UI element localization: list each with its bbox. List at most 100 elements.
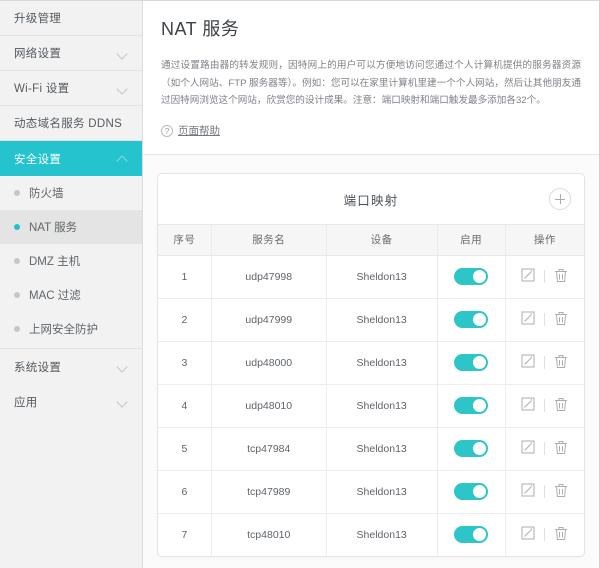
trash-icon[interactable] (554, 526, 568, 544)
enable-toggle[interactable] (454, 268, 488, 285)
edit-icon[interactable] (521, 354, 535, 371)
main-content: NAT 服务 通过设置路由器的转发规则，因特网上的用户可以方便地访问您通过个人计… (143, 1, 599, 568)
chevron-up-icon (117, 153, 128, 164)
table-row: 7tcp48010Sheldon13 (158, 513, 584, 556)
cell-service-name: udp47998 (211, 255, 326, 298)
operations-divider (544, 270, 545, 283)
cell-enabled (437, 384, 505, 427)
sidebar-item-防火墙[interactable]: 防火墙 (0, 176, 142, 210)
table-header-row: 序号服务名设备启用操作 (158, 225, 584, 255)
port-mapping-table: 序号服务名设备启用操作 1udp47998Sheldon132udp47999S… (158, 225, 584, 556)
table-row: 2udp47999Sheldon13 (158, 298, 584, 341)
sidebar-group-Wi-Fi 设置[interactable]: Wi-Fi 设置 (0, 71, 142, 106)
cell-index: 2 (158, 298, 211, 341)
sidebar-security-subitems: 防火墙 NAT 服务 DMZ 主机MAC 过滤上网安全防护 (0, 176, 142, 346)
bullet-icon (14, 292, 20, 298)
operations-group (506, 268, 584, 286)
column-header-服务名: 服务名 (211, 225, 326, 255)
page-help-link[interactable]: ? 页面帮助 (161, 123, 220, 138)
operations-divider (544, 356, 545, 369)
cell-enabled (437, 255, 505, 298)
sidebar-group-动态域名服务 DDNS[interactable]: 动态域名服务 DDNS (0, 106, 142, 141)
cell-device: Sheldon13 (326, 341, 437, 384)
sidebar-group-系统设置[interactable]: 系统设置 (0, 349, 142, 384)
enable-toggle[interactable] (454, 311, 488, 328)
trash-icon[interactable] (554, 483, 568, 501)
cell-index: 5 (158, 427, 211, 470)
question-circle-icon: ? (161, 125, 173, 137)
table-row: 1udp47998Sheldon13 (158, 255, 584, 298)
sidebar-group-label: Wi-Fi 设置 (14, 80, 117, 96)
enable-toggle[interactable] (454, 483, 488, 500)
sidebar-group-应用[interactable]: 应用 (0, 384, 142, 419)
page-help-label: 页面帮助 (178, 123, 220, 138)
cell-device: Sheldon13 (326, 427, 437, 470)
cell-operations (505, 384, 584, 427)
cell-operations (505, 470, 584, 513)
cell-device: Sheldon13 (326, 513, 437, 556)
port-mapping-card: 端口映射 序号服务名设备启用操作 1udp47998Sheldon132udp4… (157, 173, 585, 557)
enable-toggle[interactable] (454, 440, 488, 457)
sidebar-group-升级管理[interactable]: 升级管理 (0, 1, 142, 36)
chevron-down-icon (117, 361, 128, 372)
cell-service-name: tcp47989 (211, 470, 326, 513)
add-rule-button[interactable] (549, 188, 571, 210)
operations-group (506, 440, 584, 458)
operations-divider (544, 528, 545, 541)
cell-enabled (437, 513, 505, 556)
sidebar-item-MAC 过滤[interactable]: MAC 过滤 (0, 278, 142, 312)
column-header-操作: 操作 (505, 225, 584, 255)
sidebar-item-label: 上网安全防护 (29, 321, 98, 337)
edit-icon[interactable] (521, 440, 535, 457)
sidebar-group-网络设置[interactable]: 网络设置 (0, 36, 142, 71)
trash-icon[interactable] (554, 311, 568, 329)
column-header-启用: 启用 (437, 225, 505, 255)
trash-icon[interactable] (554, 354, 568, 372)
cell-device: Sheldon13 (326, 384, 437, 427)
sidebar-group-label: 安全设置 (14, 151, 117, 167)
table-row: 6tcp47989Sheldon13 (158, 470, 584, 513)
table-row: 5tcp47984Sheldon13 (158, 427, 584, 470)
cell-device: Sheldon13 (326, 255, 437, 298)
sidebar-item-label: NAT 服务 (29, 219, 77, 235)
operations-divider (544, 442, 545, 455)
table-row: 4udp48010Sheldon13 (158, 384, 584, 427)
edit-icon[interactable] (521, 526, 535, 543)
operations-divider (544, 313, 545, 326)
bullet-icon (14, 258, 20, 264)
trash-icon[interactable] (554, 397, 568, 415)
router-admin-page: 升级管理网络设置Wi-Fi 设置动态域名服务 DDNS安全设置 防火墙NAT 服… (0, 0, 600, 568)
cell-operations (505, 513, 584, 556)
sidebar-group-安全设置[interactable]: 安全设置 (0, 141, 142, 176)
edit-icon[interactable] (521, 483, 535, 500)
edit-icon[interactable] (521, 397, 535, 414)
enable-toggle[interactable] (454, 354, 488, 371)
column-header-设备: 设备 (326, 225, 437, 255)
cell-operations (505, 341, 584, 384)
sidebar-item-NAT 服务[interactable]: NAT 服务 (0, 210, 142, 244)
cell-enabled (437, 298, 505, 341)
sidebar-item-上网安全防护[interactable]: 上网安全防护 (0, 312, 142, 346)
sidebar-top-groups: 升级管理网络设置 Wi-Fi 设置动态域名服务 DDNS 安全设置 (0, 1, 142, 176)
edit-icon[interactable] (521, 268, 535, 285)
table-row: 3udp48000Sheldon13 (158, 341, 584, 384)
trash-icon[interactable] (554, 268, 568, 286)
bullet-icon (14, 224, 20, 230)
operations-group (506, 354, 584, 372)
operations-divider (544, 399, 545, 412)
trash-icon[interactable] (554, 440, 568, 458)
table-header: 序号服务名设备启用操作 (158, 225, 584, 255)
enable-toggle[interactable] (454, 526, 488, 543)
sidebar-item-DMZ 主机[interactable]: DMZ 主机 (0, 244, 142, 278)
cell-device: Sheldon13 (326, 470, 437, 513)
cell-service-name: udp48010 (211, 384, 326, 427)
cell-service-name: tcp48010 (211, 513, 326, 556)
cell-operations (505, 255, 584, 298)
cell-enabled (437, 341, 505, 384)
page-header-card: NAT 服务 通过设置路由器的转发规则，因特网上的用户可以方便地访问您通过个人计… (143, 1, 599, 155)
edit-icon[interactable] (521, 311, 535, 328)
enable-toggle[interactable] (454, 397, 488, 414)
operations-group (506, 397, 584, 415)
bullet-icon (14, 190, 20, 196)
cell-index: 6 (158, 470, 211, 513)
